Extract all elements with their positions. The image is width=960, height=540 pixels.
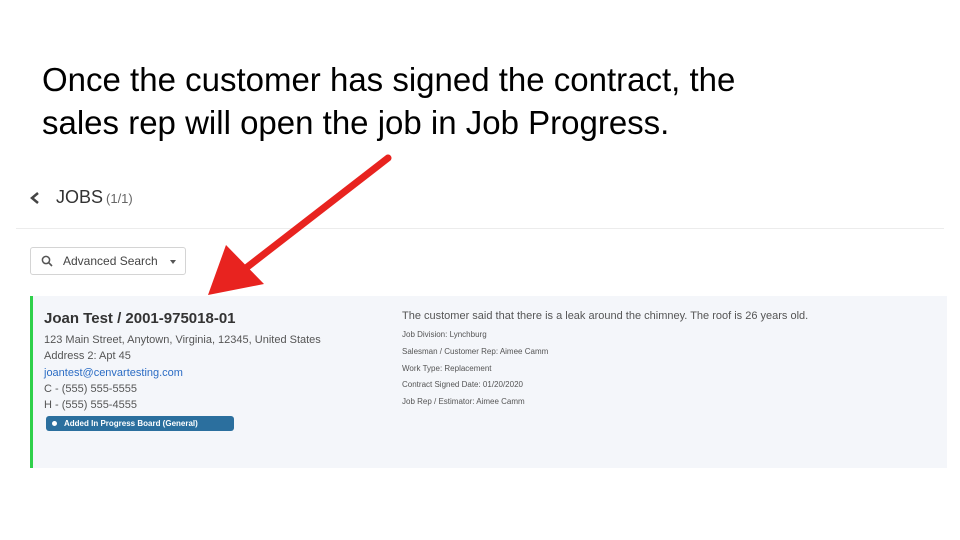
caption-line-1: Once the customer has signed the contrac… bbox=[42, 61, 736, 98]
job-phone-cell: C - (555) 555-5555 bbox=[44, 383, 137, 395]
jobs-count: (1/1) bbox=[106, 191, 133, 206]
chevron-left-icon[interactable] bbox=[28, 190, 42, 206]
caption-line-2: sales rep will open the job in Job Progr… bbox=[42, 104, 670, 141]
page-title: JOBS (1/1) bbox=[56, 187, 133, 208]
job-description: The customer said that there is a leak a… bbox=[402, 310, 809, 322]
search-icon bbox=[41, 255, 53, 267]
job-phone-home: H - (555) 555-4555 bbox=[44, 399, 137, 411]
job-work-type: Work Type: Replacement bbox=[402, 364, 492, 373]
job-address-2: Address 2: Apt 45 bbox=[44, 350, 131, 362]
jobs-title-text: JOBS bbox=[56, 187, 104, 207]
status-badge: Added In Progress Board (General) bbox=[46, 416, 234, 431]
caret-down-icon bbox=[170, 260, 176, 264]
job-email-link[interactable]: joantest@cenvartesting.com bbox=[44, 367, 183, 379]
jobs-panel: JOBS (1/1) Advanced Search Joan Test / 20… bbox=[16, 172, 947, 472]
job-rep: Job Rep / Estimator: Aimee Camm bbox=[402, 397, 525, 406]
job-title[interactable]: Joan Test / 2001-975018-01 bbox=[44, 310, 236, 327]
advanced-search-label: Advanced Search bbox=[63, 254, 158, 268]
slide-caption: Once the customer has signed the contrac… bbox=[42, 58, 922, 144]
job-card[interactable]: Joan Test / 2001-975018-01 123 Main Stre… bbox=[30, 296, 947, 468]
job-division: Job Division: Lynchburg bbox=[402, 330, 487, 339]
jobs-header: JOBS (1/1) bbox=[16, 172, 944, 229]
advanced-search-button[interactable]: Advanced Search bbox=[30, 247, 186, 275]
job-address: 123 Main Street, Anytown, Virginia, 1234… bbox=[44, 334, 321, 346]
status-dot-icon bbox=[52, 421, 57, 426]
job-salesman: Salesman / Customer Rep: Aimee Camm bbox=[402, 347, 549, 356]
job-contract-date: Contract Signed Date: 01/20/2020 bbox=[402, 380, 523, 389]
status-badge-label: Added In Progress Board (General) bbox=[64, 419, 198, 428]
